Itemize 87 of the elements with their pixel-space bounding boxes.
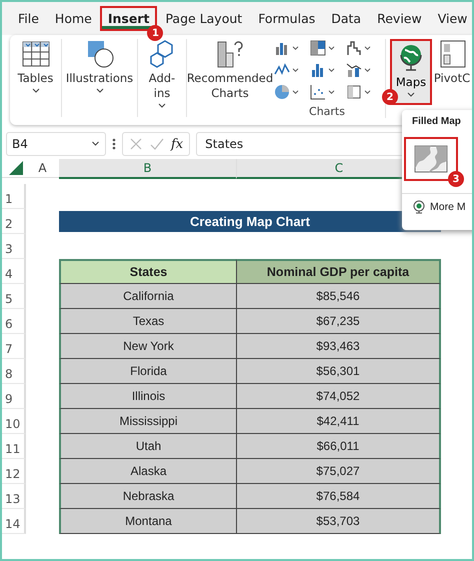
globe-icon: [412, 200, 426, 214]
table-icon: [20, 39, 50, 69]
caret-icon: [328, 46, 335, 50]
caret-icon: [364, 90, 371, 94]
row-header[interactable]: 14: [2, 509, 26, 534]
waterfall-chart-icon: [346, 40, 362, 56]
name-box[interactable]: B4: [6, 132, 106, 156]
filled-map-option[interactable]: [404, 137, 458, 181]
menu-heading: Filled Map: [412, 116, 462, 127]
step-badge: 2: [382, 89, 398, 105]
bar-chart-chart-icon: [310, 62, 326, 78]
caret-icon: [96, 88, 104, 94]
row-header[interactable]: 2: [2, 209, 26, 234]
ribbon-tab[interactable]: Review: [369, 6, 430, 31]
caret-icon: [364, 46, 371, 50]
table-cell: Alaska: [59, 459, 236, 484]
row-header[interactable]: 7: [2, 334, 26, 359]
step-badge: 1: [147, 25, 164, 41]
caret-icon: [91, 141, 100, 147]
insert-function-button[interactable]: fx: [171, 136, 184, 152]
row-header[interactable]: 6: [2, 309, 26, 334]
ribbon-tab[interactable]: Home: [46, 6, 100, 31]
caret-icon: [32, 88, 40, 94]
row-header[interactable]: 13: [2, 484, 26, 509]
pivot-chart-icon: [346, 84, 362, 100]
caret-icon: [292, 46, 299, 50]
tables-button[interactable]: Tables: [10, 39, 62, 117]
row-header[interactable]: 4: [2, 259, 26, 284]
sheet-title: Creating Map Chart: [59, 211, 441, 232]
row-header[interactable]: 1: [2, 184, 26, 209]
table-cell: Utah: [59, 434, 236, 459]
group-label: Charts: [309, 105, 345, 118]
pie-chart-icon: [274, 84, 290, 100]
caret-icon: [328, 68, 335, 72]
row-header[interactable]: 12: [2, 459, 26, 484]
more-icon: [112, 137, 116, 151]
addins-button[interactable]: Add-ins: [138, 39, 187, 117]
check-icon[interactable]: [150, 137, 164, 151]
column-header[interactable]: B: [59, 159, 236, 179]
table-cell: $75,027: [236, 459, 441, 484]
table-cell: $93,463: [236, 334, 441, 359]
select-all-icon[interactable]: [9, 161, 23, 175]
table-header: States: [59, 259, 236, 284]
table-header: Nominal GDP per capita: [236, 259, 441, 284]
table-cell: $56,301: [236, 359, 441, 384]
caret-icon: [407, 92, 415, 98]
table-cell: Texas: [59, 309, 236, 334]
row-header[interactable]: 10: [2, 409, 26, 434]
table-cell: California: [59, 284, 236, 309]
more-maps-item[interactable]: More M: [430, 201, 466, 213]
table-cell: $67,235: [236, 309, 441, 334]
table-cell: Montana: [59, 509, 236, 534]
table-cell: Mississippi: [59, 409, 236, 434]
row-header[interactable]: 3: [2, 234, 26, 259]
caret-icon: [292, 68, 299, 72]
ribbon-tab[interactable]: View: [430, 6, 472, 31]
combo-chart-icon: [346, 62, 362, 78]
table-cell: $53,703: [236, 509, 441, 534]
row-header[interactable]: 8: [2, 359, 26, 384]
row-header[interactable]: 11: [2, 434, 26, 459]
table-cell: $42,411: [236, 409, 441, 434]
table-cell: $76,584: [236, 484, 441, 509]
step-badge: 3: [448, 171, 464, 187]
recommended-charts-button[interactable]: Recommended Charts: [187, 39, 273, 117]
column-chart-icon: [274, 40, 290, 56]
chart-question-icon: [215, 39, 245, 69]
caret-icon: [364, 68, 371, 72]
caret-icon: [292, 90, 299, 94]
filled-map-icon: [414, 145, 448, 173]
hierarchy-chart-icon: [310, 40, 326, 56]
illustrations-button[interactable]: Illustrations: [62, 39, 138, 117]
table-cell: $66,011: [236, 434, 441, 459]
ribbon-tab[interactable]: Data: [323, 6, 370, 31]
table-cell: $85,546: [236, 284, 441, 309]
pivot-chart-icon: [438, 39, 466, 69]
scatter-chart-icon: [310, 84, 326, 100]
row-header[interactable]: 5: [2, 284, 26, 309]
table-cell: New York: [59, 334, 236, 359]
caret-icon: [328, 90, 335, 94]
table-cell: Illinois: [59, 384, 236, 409]
caret-icon: [158, 102, 166, 109]
table-cell: Nebraska: [59, 484, 236, 509]
row-header[interactable]: 9: [2, 384, 26, 409]
ribbon-tab[interactable]: File: [10, 6, 47, 31]
table-cell: $74,052: [236, 384, 441, 409]
ribbon-tab[interactable]: Formulas: [250, 6, 324, 31]
table-cell: Florida: [59, 359, 236, 384]
